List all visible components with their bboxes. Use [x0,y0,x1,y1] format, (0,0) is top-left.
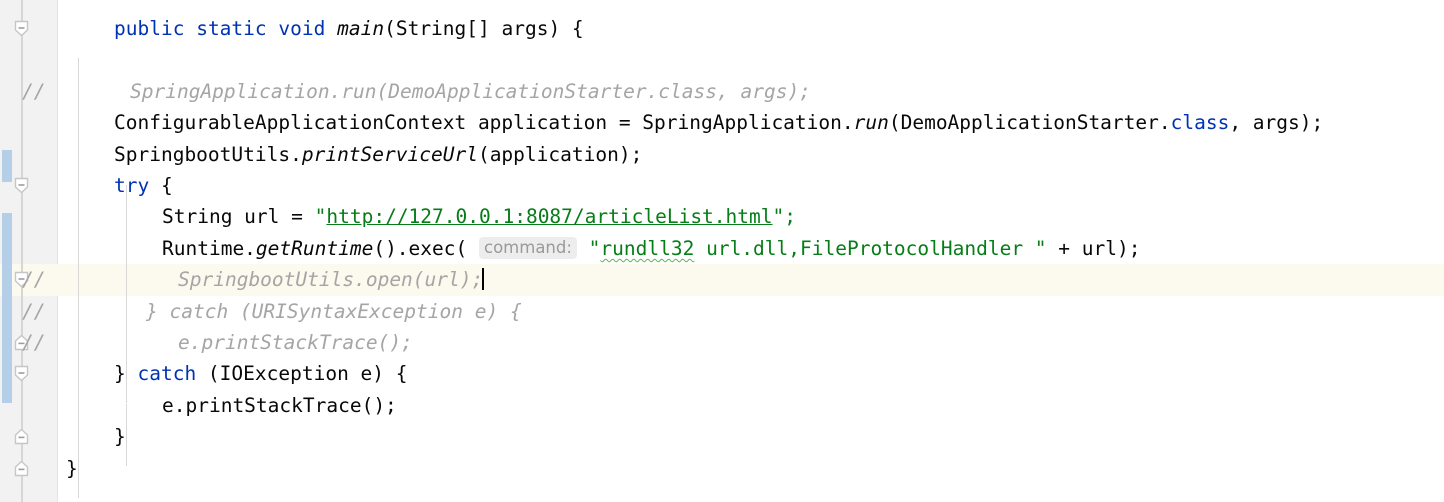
code-token: Runtime. [162,236,256,260]
code-token: } catch (URISyntaxException e) { [146,299,522,323]
code-token: (IOException e) { [196,362,408,386]
code-token: { [149,174,173,197]
code-editor[interactable]: // // // // public static void main(String[… [0,0,1444,502]
code-token: url.dll,FileProtocolHandler " [694,236,1047,260]
code-line[interactable]: ConfigurableApplicationContext applicati… [58,107,1444,138]
vcs-change-bar[interactable] [2,213,12,403]
parameter-hint-badge: command: [479,236,577,259]
code-token: " [588,236,601,260]
code-line[interactable]: String url = "http://127.0.0.1:8087/arti… [58,201,1444,232]
code-line[interactable]: } catch (IOException e) { [58,358,1444,389]
fold-marker-end-icon[interactable] [12,427,31,446]
code-token: run [853,111,889,135]
code-token: (String[] args) { [384,17,584,40]
code-token: } [114,362,138,386]
code-token: SpringbootUtils. [114,142,302,166]
code-token: ConfigurableApplicationContext applicati… [114,111,854,135]
code-token: static [196,17,267,40]
code-line[interactable]: } [58,421,1444,452]
code-token: String url = [162,205,315,229]
code-line[interactable]: e.printStackTrace(); [58,327,1444,358]
code-token: , args); [1229,111,1324,135]
code-token: e.printStackTrace(); [162,393,397,417]
code-token: public [114,17,185,40]
code-token: printServiceUrl [301,142,478,166]
code-token: "; [772,205,796,229]
code-token: + url); [1046,236,1141,260]
code-token: } [66,456,78,480]
url-link[interactable]: http://127.0.0.1:8087/articleList.html [326,205,772,228]
code-token: SpringApplication.run(DemoApplicationSta… [130,79,811,103]
code-line[interactable]: SpringApplication.run(DemoApplicationSta… [58,76,1444,107]
code-token: try [114,174,150,197]
gutter-comment-marker: // [22,299,46,323]
code-token: " [314,205,327,229]
code-token: rundll32 [600,236,695,260]
code-line[interactable]: e.printStackTrace(); [58,390,1444,421]
code-line[interactable]: public static void main(String[] args) { [58,13,1444,44]
code-line[interactable]: try { [58,170,1444,201]
code-token: getRuntime [255,236,374,260]
fold-marker-expanded-icon[interactable] [12,19,31,38]
code-token: catch [137,362,197,386]
gutter-comment-marker: // [22,268,46,292]
code-line[interactable]: SpringbootUtils.open(url); [58,264,1444,295]
code-line[interactable]: Runtime.getRuntime().exec( command: "run… [58,233,1444,264]
code-token: void [278,17,326,40]
vcs-change-bar[interactable] [2,150,12,182]
code-token: e.printStackTrace(); [178,331,413,354]
code-token: (application); [477,142,643,166]
text-caret [482,268,485,291]
code-token: ().exec( [373,236,468,260]
code-line[interactable] [58,44,1444,75]
code-lines[interactable]: public static void main(String[] args) {… [58,0,1444,502]
code-line[interactable]: SpringbootUtils.printServiceUrl(applicat… [58,139,1444,170]
fold-marker-end-icon[interactable] [12,459,31,478]
code-token: (DemoApplicationStarter. [888,111,1171,135]
fold-marker-expanded-icon[interactable] [12,364,31,383]
code-token: class [1170,111,1230,135]
gutter-comment-marker: // [22,331,46,354]
code-token: main [337,17,385,40]
fold-marker-expanded-icon[interactable] [12,176,31,195]
gutter-comment-marker: // [22,79,46,103]
code-token: } [114,425,126,449]
code-line[interactable]: } catch (URISyntaxException e) { [58,296,1444,327]
code-line[interactable]: } [58,453,1444,484]
code-token: SpringbootUtils.open(url); [178,268,484,292]
